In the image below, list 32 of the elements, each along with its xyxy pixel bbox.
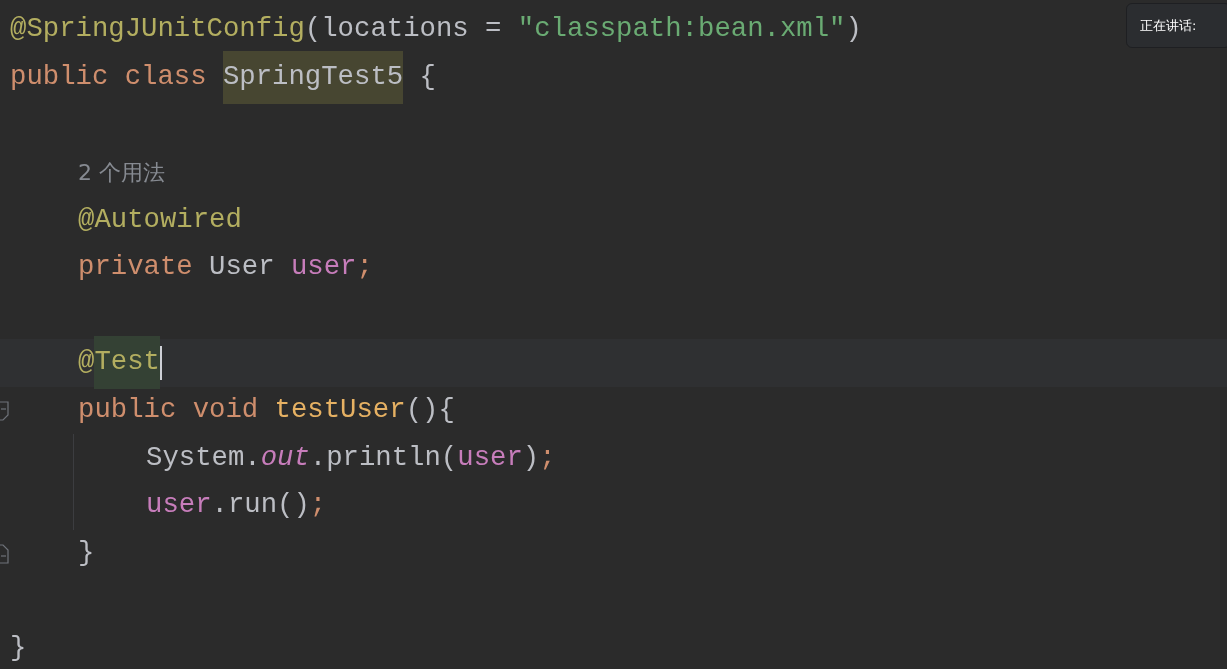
code-token: user bbox=[457, 440, 523, 475]
code-token: testUser bbox=[274, 393, 406, 428]
code-token: System. bbox=[146, 440, 261, 475]
code-token: } bbox=[78, 535, 95, 570]
code-token: ; bbox=[309, 488, 327, 523]
code-token: public void bbox=[78, 393, 260, 428]
code-token: "classpath:bean.xml" bbox=[517, 12, 846, 47]
code-token: User bbox=[209, 250, 276, 285]
code-token: ) bbox=[845, 12, 862, 47]
usages-hint[interactable]: 2 个用法 bbox=[78, 156, 165, 190]
code-token: @SpringJUnitConfig bbox=[10, 12, 305, 47]
code-token: (){ bbox=[405, 393, 455, 428]
code-token: SpringTest5 bbox=[222, 50, 404, 104]
fold-icon[interactable] bbox=[0, 400, 9, 421]
code-token: @ bbox=[78, 345, 95, 380]
code-token: } bbox=[10, 631, 27, 666]
speaking-indicator: 正在讲话: bbox=[1126, 3, 1227, 48]
code-token: private bbox=[78, 250, 194, 285]
code-token: .println( bbox=[309, 440, 458, 475]
fold-icon[interactable] bbox=[0, 543, 9, 564]
code-token: user bbox=[290, 250, 357, 285]
code-token: Test bbox=[94, 336, 160, 390]
code-token: ; bbox=[356, 250, 373, 285]
code-token: out bbox=[260, 440, 310, 475]
code-token: (locations = bbox=[304, 12, 503, 47]
code-token: @Autowired bbox=[78, 202, 242, 237]
code-token: { bbox=[418, 59, 436, 94]
code-token: user bbox=[146, 488, 212, 523]
code-token: public class bbox=[10, 59, 208, 94]
code-token: ) bbox=[522, 440, 540, 475]
code-token: ; bbox=[539, 440, 556, 475]
code-token: .run() bbox=[211, 488, 310, 523]
